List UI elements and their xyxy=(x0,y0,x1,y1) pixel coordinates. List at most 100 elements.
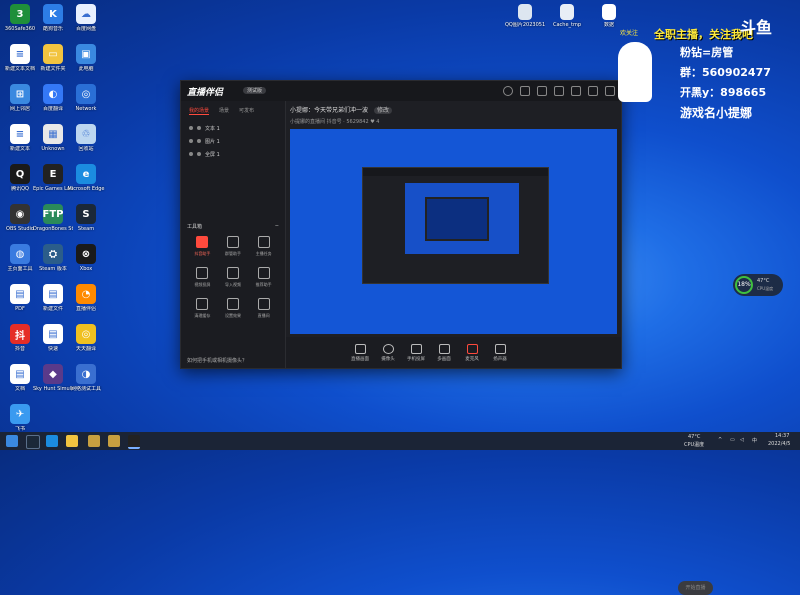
taskbar-live-companion-icon[interactable] xyxy=(128,435,140,449)
desktop-icon-label: 网络测试工具 xyxy=(70,386,101,392)
toolbox-item[interactable]: 清理缓存 xyxy=(187,298,218,319)
desktop-icon[interactable]: ♲ 回收站 xyxy=(66,124,106,152)
desktop-icon[interactable]: ▣ 此电脑 xyxy=(66,44,106,72)
app-icon: FTP xyxy=(43,204,64,224)
speaker-button[interactable]: 扬声器 xyxy=(486,343,514,362)
file-icon xyxy=(560,4,574,20)
desktop-icon[interactable]: ⊗ Xbox xyxy=(66,244,106,272)
app-icon: ⛭ xyxy=(43,244,63,264)
minimize-button[interactable] xyxy=(571,86,581,96)
tool-icon xyxy=(257,236,270,248)
overlay-banner: 全职主播，关注我吧 xyxy=(654,28,753,41)
title-bar[interactable]: 直播伴侣 测试版 xyxy=(181,81,621,101)
desktop-icon[interactable]: S Steam xyxy=(66,204,106,232)
file-icon xyxy=(518,4,532,20)
room-title-row: 小提娜：今天带兄弟们冲一波 修改 xyxy=(290,105,392,114)
desktop-icon[interactable]: ◑ 网络测试工具 xyxy=(66,364,106,392)
toolbox-item-label: 主播任务 xyxy=(255,251,272,256)
stream-overlay: 欢关注 全职主播，关注我吧 斗鱼 粉钻=房管 群：560902477 开黑y：8… xyxy=(600,18,800,128)
overlay-line4: 游戏名小提娜 xyxy=(680,106,753,120)
nested-preview-screen xyxy=(405,183,519,254)
toolbox-item-label: 导入视频 xyxy=(224,282,241,287)
desktop-icon[interactable]: e Microsoft Edge xyxy=(66,164,106,192)
desktop-file-icon[interactable]: Cache_tmp xyxy=(547,4,587,28)
app-icon: ▭ xyxy=(43,44,63,64)
eye-icon[interactable] xyxy=(189,152,193,156)
taskbar-app2-icon[interactable] xyxy=(108,435,120,447)
desktop-icon[interactable]: ☁ 百度网盘 xyxy=(66,4,106,32)
app-icon: ▤ xyxy=(43,324,63,344)
clock-time[interactable]: 14:37 xyxy=(775,433,789,439)
toolbox-item[interactable]: 设置效果 xyxy=(218,298,249,319)
avatar-icon[interactable] xyxy=(503,86,513,96)
desktop-icon[interactable]: ◎ Network xyxy=(66,84,106,112)
toolbox-item[interactable]: 导入视频 xyxy=(218,267,249,288)
toolbox-item[interactable]: 直播间 xyxy=(248,298,279,319)
toolbox-item[interactable]: 主播任务 xyxy=(248,236,279,257)
desktop-file-icon[interactable]: QQ图片20230515 xyxy=(505,4,545,28)
app-logo: 直播伴侣 xyxy=(187,88,224,98)
start-live-button[interactable]: 开始直播 xyxy=(678,581,713,595)
source-item-image[interactable]: 图片 1 xyxy=(181,134,285,147)
eye-icon[interactable] xyxy=(189,126,193,130)
clock-date[interactable]: 2022/4/5 xyxy=(768,441,790,447)
cpu-gauge-widget[interactable]: 18% 47°C CPU温度 xyxy=(733,274,783,296)
taskbar-steam-icon[interactable] xyxy=(26,435,40,449)
app-icon: ◑ xyxy=(76,364,96,384)
desktop-file-label: Cache_tmp xyxy=(552,22,582,28)
lock-icon[interactable] xyxy=(197,139,201,143)
camera-button[interactable]: 摄像头 xyxy=(374,343,402,362)
tool-icon xyxy=(226,236,239,248)
source-item-text[interactable]: 文本 1 xyxy=(181,121,285,134)
desktop-icon[interactable]: ◎ 天天翻译 xyxy=(66,324,106,352)
desktop-icon-label: 百度网盘 xyxy=(75,26,96,32)
desktop-icon-label: 此电脑 xyxy=(78,66,94,72)
taskbar-folder-icon[interactable] xyxy=(66,435,78,447)
app-icon: ⊞ xyxy=(10,84,30,104)
desktop-icon[interactable]: ◔ 直播伴侣 xyxy=(66,284,106,312)
phone-cast-button[interactable]: 手机投屏 xyxy=(402,343,430,362)
start-button[interactable] xyxy=(6,435,18,447)
maximize-button[interactable] xyxy=(588,86,598,96)
tool-icon xyxy=(226,298,239,310)
desktop-icon-label: Microsoft Edge xyxy=(67,186,105,192)
toolbox-item[interactable]: 群管助手 xyxy=(218,236,249,257)
mail-icon[interactable] xyxy=(520,86,530,96)
menu-icon[interactable] xyxy=(554,86,564,96)
taskbar-app-icon[interactable] xyxy=(88,435,100,447)
toolbox-item[interactable]: 抖音助手 xyxy=(187,236,218,257)
taskbar-edge-icon[interactable] xyxy=(46,435,58,447)
desktop-icon[interactable]: ✈ 飞书 xyxy=(0,404,40,432)
lock-icon[interactable] xyxy=(197,152,201,156)
microphone-button[interactable]: 麦克风 xyxy=(458,343,486,362)
toolbox-item[interactable]: 视频投屏 xyxy=(187,267,218,288)
more-icon[interactable]: − xyxy=(275,223,279,230)
settings-icon[interactable] xyxy=(537,86,547,96)
lock-icon[interactable] xyxy=(197,126,201,130)
toolbox-item-label: 直播间 xyxy=(257,313,270,318)
tab-publishable[interactable]: 可发布 xyxy=(239,107,254,115)
edit-room-button[interactable]: 修改 xyxy=(373,107,392,114)
bottom-tip[interactable]: 如何把手机或相机摄像头？ xyxy=(187,357,247,364)
tool-icon xyxy=(196,298,209,310)
tray-volume-icon[interactable]: ◁ xyxy=(740,437,744,443)
desktop-icon-label: 回收站 xyxy=(78,146,94,152)
multi-scene-button[interactable]: 多画面 xyxy=(430,343,458,362)
source-item-fullscreen[interactable]: 全屏 1 xyxy=(181,147,285,160)
overlay-note: 欢关注 xyxy=(620,30,639,37)
tray-ime-icon[interactable]: 中 xyxy=(752,437,757,444)
app-icon: ≡ xyxy=(10,124,30,144)
version-badge: 测试版 xyxy=(243,87,267,94)
live-companion-window: 直播伴侣 测试版 我的场景 场景 可发布 文本 1 图片 1 全屏 1 工具箱 −… xyxy=(180,80,713,595)
stream-preview[interactable] xyxy=(290,129,617,334)
tab-scenes[interactable]: 场景 xyxy=(219,107,229,115)
toolbox-title: 工具箱 xyxy=(187,224,203,230)
overlay-line3: 开黑y：898665 xyxy=(680,86,767,99)
tray-network-icon[interactable]: ▭ xyxy=(730,437,735,443)
screen-capture-button[interactable]: 直播画面 xyxy=(346,343,374,362)
toolbox-item[interactable]: 推荐助手 xyxy=(248,267,279,288)
tray-chevron-icon[interactable]: ^ xyxy=(718,437,722,443)
tab-my-scenes[interactable]: 我的场景 xyxy=(189,107,210,115)
app-icon: ◐ xyxy=(43,84,63,104)
eye-icon[interactable] xyxy=(189,139,193,143)
